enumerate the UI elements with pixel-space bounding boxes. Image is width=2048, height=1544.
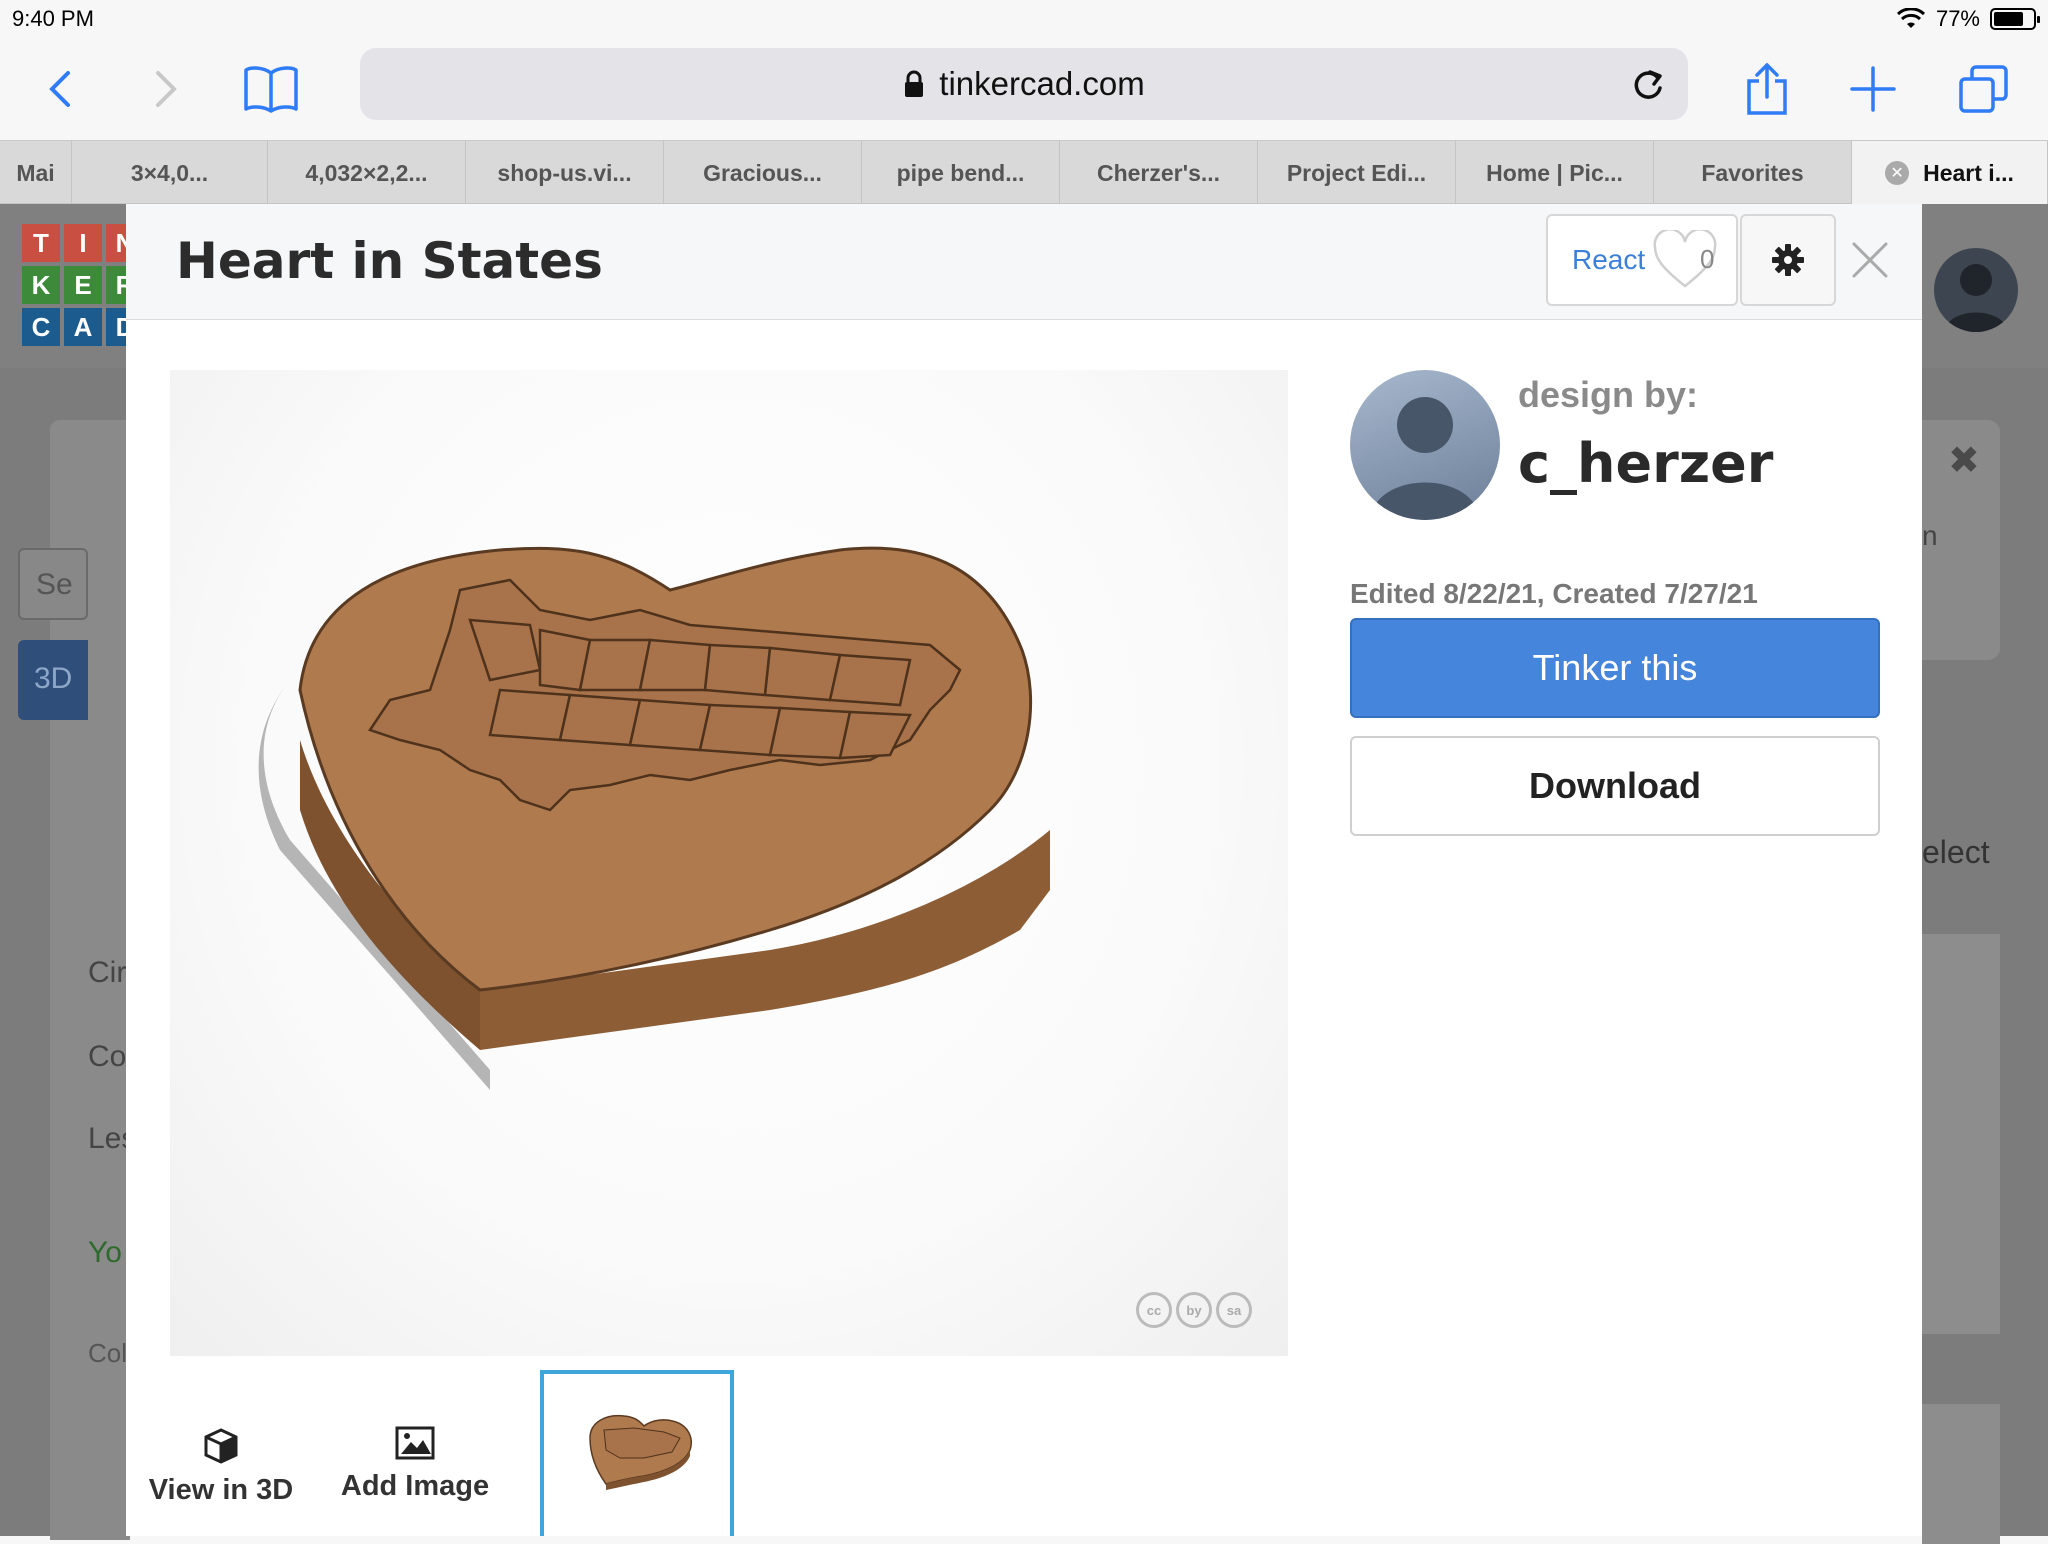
tab-favorites[interactable]: Favorites xyxy=(1654,141,1852,205)
tab-label: 4,032×2,2... xyxy=(305,159,428,186)
logo-letter: I xyxy=(64,224,102,262)
chevron-left-icon xyxy=(49,71,70,107)
status-bar: 9:40 PM 77% xyxy=(0,0,2048,40)
logo-letter: E xyxy=(64,266,102,304)
background-select-text: elect xyxy=(1922,834,1990,870)
gear-icon xyxy=(1772,244,1804,276)
close-tab-icon[interactable]: ✕ xyxy=(1885,161,1910,185)
designer-label: design by: xyxy=(1518,374,1699,415)
tab-label: Heart i... xyxy=(1923,159,2014,186)
react-count: 0 xyxy=(1700,244,1715,274)
background-sidebar-item: Col xyxy=(88,1338,128,1368)
status-time: 9:40 PM xyxy=(12,6,94,31)
background-card: ✖ n xyxy=(1922,420,2000,660)
lock-icon xyxy=(905,70,924,97)
tab-label: Project Edi... xyxy=(1286,159,1427,186)
add-image-label: Add Image xyxy=(340,1470,490,1502)
design-thumbnail-selected[interactable] xyxy=(540,1370,734,1536)
background-thumbnail: ♡0 xyxy=(1922,934,2000,1528)
download-button[interactable]: Download xyxy=(1350,736,1880,836)
designer-avatar[interactable] xyxy=(1350,370,1500,520)
logo-letter: K xyxy=(22,266,60,304)
modal-header: Heart in States React 0 xyxy=(126,204,1922,320)
new-tab-button[interactable] xyxy=(1838,54,1908,124)
bookmarks-button[interactable] xyxy=(236,54,306,124)
share-alike-icon: sa xyxy=(1216,1292,1252,1328)
tab-mail[interactable]: Mai xyxy=(0,141,72,205)
cc-icon: cc xyxy=(1136,1292,1172,1328)
tabs-overview-button[interactable] xyxy=(1948,54,2018,124)
design-dates: Edited 8/22/21, Created 7/27/21 xyxy=(1350,578,1758,609)
background-3d-tab: 3D xyxy=(18,640,88,720)
person-icon xyxy=(1370,397,1480,520)
reload-icon[interactable] xyxy=(1630,64,1666,104)
close-icon: ✖ xyxy=(1948,440,1980,482)
logo-letter: T xyxy=(22,224,60,262)
add-image-button[interactable]: Add Image xyxy=(330,1426,500,1536)
view-in-3d-label: View in 3D xyxy=(148,1474,294,1506)
background-sidebar-item: Cir xyxy=(88,956,127,989)
tab-gracious[interactable]: Gracious... xyxy=(664,141,862,205)
browser-toolbar: tinkercad.com xyxy=(0,40,2048,140)
forward-button[interactable] xyxy=(130,54,200,124)
tinker-this-button[interactable]: Tinker this xyxy=(1350,618,1880,718)
logo-letter: C xyxy=(22,308,60,346)
react-button[interactable]: React 0 xyxy=(1546,214,1738,306)
heart-model-render xyxy=(258,546,1050,1090)
tab-label: shop-us.vi... xyxy=(497,159,632,186)
status-right: 77% xyxy=(1896,6,2040,32)
tab-label: Cherzer's... xyxy=(1096,159,1221,186)
tab-label: Mai xyxy=(16,159,55,186)
tab-pipe-bend[interactable]: pipe bend... xyxy=(862,141,1060,205)
background-search-input: Se xyxy=(18,548,88,620)
person-icon xyxy=(1944,264,2008,332)
design-preview-image: cc by sa xyxy=(170,370,1288,1356)
share-icon xyxy=(1747,63,1787,115)
settings-button[interactable] xyxy=(1740,214,1836,306)
view-in-3d-button[interactable]: View in 3D xyxy=(136,1426,306,1536)
background-sidebar-item: Co xyxy=(88,1040,127,1073)
designer-name[interactable]: c_herzer xyxy=(1518,432,1773,495)
heart-thumbnail-image xyxy=(589,1414,692,1490)
close-icon xyxy=(1852,242,1888,278)
license-badges: cc by sa xyxy=(1136,1292,1252,1328)
tab-label: Favorites xyxy=(1701,159,1804,186)
tab-shop[interactable]: shop-us.vi... xyxy=(466,141,664,205)
tab-home[interactable]: Home | Pic... xyxy=(1456,141,1654,205)
background-sidebar-item: Yo xyxy=(88,1236,122,1269)
share-button[interactable] xyxy=(1732,54,1802,124)
tab-cherzer[interactable]: Cherzer's... xyxy=(1060,141,1258,205)
design-detail-modal: Heart in States React 0 cc by sa design … xyxy=(126,204,1922,1536)
background-card-text: n xyxy=(1922,520,1938,551)
back-button[interactable] xyxy=(26,54,96,124)
wifi-icon xyxy=(1896,8,1925,28)
cube-icon xyxy=(204,1428,238,1464)
tab-label: Home | Pic... xyxy=(1486,159,1623,186)
book-icon xyxy=(244,66,298,113)
tab-bar: Mai 3×4,0... 4,032×2,2... shop-us.vi... … xyxy=(0,140,2048,205)
tab-label: 3×4,0... xyxy=(130,159,209,186)
tabs-icon xyxy=(1959,65,2008,113)
address-bar[interactable]: tinkercad.com xyxy=(360,48,1688,120)
logo-letter: A xyxy=(64,308,102,346)
background-thumbnail xyxy=(1922,1404,2000,1544)
tab-label: Gracious... xyxy=(703,159,822,186)
attribution-icon: by xyxy=(1176,1292,1212,1328)
battery-percent: 77% xyxy=(1935,6,1980,31)
plus-icon xyxy=(1850,66,1896,112)
tab-label: pipe bend... xyxy=(896,159,1025,186)
page-title: Heart in States xyxy=(176,232,603,290)
chevron-right-icon xyxy=(156,71,177,107)
react-label: React xyxy=(1572,244,1646,275)
tab-image-2[interactable]: 4,032×2,2... xyxy=(268,141,466,205)
image-icon xyxy=(395,1426,435,1460)
battery-icon xyxy=(1990,8,2040,30)
user-avatar[interactable] xyxy=(1934,248,2018,332)
tab-heart-active[interactable]: ✕ Heart i... xyxy=(1852,141,2048,205)
tab-image-1[interactable]: 3×4,0... xyxy=(72,141,268,205)
url-text: tinkercad.com xyxy=(939,65,1145,102)
close-modal-button[interactable] xyxy=(1840,230,1900,290)
tab-project-editor[interactable]: Project Edi... xyxy=(1258,141,1456,205)
